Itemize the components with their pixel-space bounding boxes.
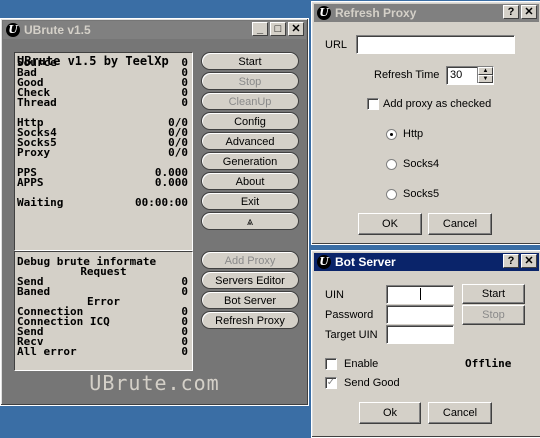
refresh-time-input[interactable]: 30 ▲ ▼: [446, 66, 494, 85]
bot-server-button[interactable]: Bot Server: [201, 291, 299, 309]
refresh-proxy-button[interactable]: Refresh Proxy: [201, 311, 299, 329]
ok-button[interactable]: Ok: [359, 402, 421, 424]
close-icon[interactable]: ✕: [288, 22, 304, 36]
collapse-button[interactable]: ⩓: [201, 212, 299, 230]
uin-label: UIN: [325, 289, 344, 301]
refresh-time-spinner[interactable]: ▲ ▼: [477, 67, 493, 83]
bot-titlebar[interactable]: U Bot Server ? ✕: [314, 253, 539, 271]
send-good-label: Send Good: [344, 377, 400, 389]
stat-value: 0.000: [154, 176, 188, 189]
radio-socks4-label: Socks4: [403, 158, 440, 170]
password-input[interactable]: [386, 305, 454, 324]
stop-button[interactable]: Stop: [462, 305, 525, 325]
cancel-button[interactable]: Cancel: [428, 213, 492, 235]
stop-button[interactable]: Stop: [201, 72, 299, 90]
refresh-time-label: Refresh Time: [374, 69, 440, 81]
generation-button[interactable]: Generation: [201, 152, 299, 170]
stat-label: APPS: [17, 176, 44, 189]
add-proxy-button[interactable]: Add Proxy: [201, 251, 299, 269]
about-button[interactable]: About: [201, 172, 299, 190]
ubrute-titlebar[interactable]: U UBrute v1.5 _ □ ✕: [3, 21, 306, 39]
radio-http[interactable]: [386, 129, 397, 140]
text-cursor: [420, 288, 421, 301]
uin-input[interactable]: [386, 285, 454, 304]
stat-value: 0/0: [168, 146, 188, 159]
debug-label: All error: [17, 345, 77, 358]
refresh-proxy-window: U Refresh Proxy ? ✕ URL Refresh Time 30 …: [311, 1, 540, 245]
help-icon[interactable]: ?: [503, 254, 519, 268]
send-good-checkbox[interactable]: ✓: [325, 377, 337, 389]
close-icon[interactable]: ✕: [521, 254, 537, 268]
radio-socks4[interactable]: [386, 159, 397, 170]
stat-row: Thread 0: [17, 97, 190, 108]
stat-label: Thread: [17, 96, 57, 109]
help-icon[interactable]: ?: [503, 5, 519, 19]
status-text: Offline: [465, 357, 512, 370]
stat-row: Proxy 0/0: [17, 147, 190, 158]
stat-row: APPS 0.000: [17, 177, 190, 188]
add-proxy-checked-label: Add proxy as checked: [383, 98, 492, 110]
maximize-icon[interactable]: □: [270, 22, 286, 36]
start-button[interactable]: Start: [201, 52, 299, 70]
url-input[interactable]: [356, 35, 515, 54]
app-icon: U: [6, 23, 20, 37]
radio-socks5[interactable]: [386, 189, 397, 200]
spin-down-icon[interactable]: ▼: [478, 75, 493, 83]
radio-socks5-label: Socks5: [403, 188, 440, 200]
close-icon[interactable]: ✕: [521, 5, 537, 19]
exit-button[interactable]: Exit: [201, 192, 299, 210]
advanced-button[interactable]: Advanced: [201, 132, 299, 150]
stat-value: 0: [181, 96, 188, 109]
radio-http-label: Http: [403, 128, 424, 140]
brand-text: UBrute.com: [89, 371, 220, 395]
window-title: Refresh Proxy: [335, 6, 417, 20]
start-button[interactable]: Start: [462, 284, 525, 304]
stats-panel: UBrute v1.5 by TeelXp Source 0 Bad 0 Good 0 Ch…: [14, 52, 193, 251]
password-label: Password: [325, 309, 374, 321]
enable-label: Enable: [344, 358, 379, 370]
target-uin-label: Target UIN: [325, 329, 378, 341]
servers-editor-button[interactable]: Servers Editor: [201, 271, 299, 289]
app-icon: U: [317, 255, 331, 269]
enable-checkbox[interactable]: [325, 358, 337, 370]
app-icon: U: [317, 6, 331, 20]
debug-panel: Debug brute informate Request Send 0 Baned…: [14, 251, 193, 371]
cancel-button[interactable]: Cancel: [428, 402, 492, 424]
stat-label: Proxy: [17, 146, 51, 159]
stat-row: Waiting 00:00:00: [17, 197, 190, 208]
window-title: Bot Server: [335, 255, 396, 269]
minimize-icon[interactable]: _: [252, 22, 268, 36]
refresh-titlebar[interactable]: U Refresh Proxy ? ✕: [314, 4, 539, 22]
cleanup-button[interactable]: CleanUp: [201, 92, 299, 110]
config-button[interactable]: Config: [201, 112, 299, 130]
debug-row: All error 0: [17, 346, 190, 357]
target-uin-input[interactable]: [386, 325, 454, 344]
debug-value: 0: [181, 345, 188, 358]
stat-value: 00:00:00: [135, 196, 188, 209]
ok-button[interactable]: OK: [358, 213, 422, 235]
bot-server-window: U Bot Server ? ✕ UIN Start Password Stop…: [311, 250, 540, 438]
spin-up-icon[interactable]: ▲: [478, 67, 493, 75]
refresh-time-value: 30: [450, 69, 463, 81]
ubrute-window: U UBrute v1.5 _ □ ✕ UBrute v1.5 by TeelX…: [0, 18, 309, 406]
url-label: URL: [325, 39, 348, 51]
stat-label: Waiting: [17, 196, 64, 209]
add-proxy-checked-checkbox[interactable]: [367, 98, 379, 110]
window-title: UBrute v1.5: [24, 23, 91, 37]
